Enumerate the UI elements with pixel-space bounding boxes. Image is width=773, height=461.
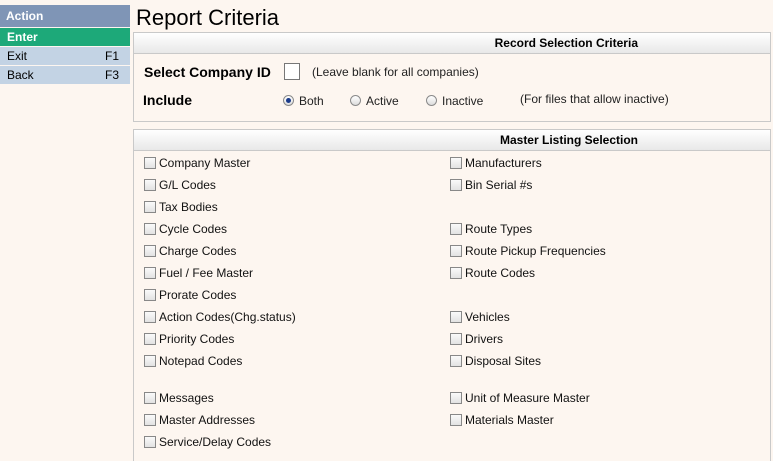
master-listing-option-label[interactable]: Unit of Measure Master: [465, 391, 590, 405]
include-active-label[interactable]: Active: [366, 94, 399, 108]
page-title: Report Criteria: [136, 5, 280, 30]
master-listing-checkbox[interactable]: [144, 311, 156, 323]
include-label: Include: [143, 92, 193, 108]
sidebar-item-exit[interactable]: Exit F1: [0, 47, 130, 65]
master-listing-panel: Master Listing Selection Company Master G…: [133, 129, 771, 461]
master-listing-option-label[interactable]: Drivers: [465, 332, 503, 346]
master-listing-option-label[interactable]: G/L Codes: [159, 178, 216, 192]
master-listing-option-label[interactable]: Route Codes: [465, 266, 535, 280]
master-listing-option-label[interactable]: Notepad Codes: [159, 354, 242, 368]
sidebar-item-label: Enter: [7, 30, 38, 44]
master-listing-option-label[interactable]: Messages: [159, 391, 214, 405]
master-listing-option-label[interactable]: Company Master: [159, 156, 250, 170]
sidebar-item-key: F3: [104, 68, 119, 82]
master-listing-option-label[interactable]: Disposal Sites: [465, 354, 541, 368]
master-listing-checkbox[interactable]: [450, 245, 462, 257]
master-listing-option-label[interactable]: Priority Codes: [159, 332, 234, 346]
master-listing-checkbox[interactable]: [450, 414, 462, 426]
master-listing-option-label[interactable]: Vehicles: [465, 310, 510, 324]
sidebar-item-key: F1: [104, 49, 119, 63]
sidebar-header: Action: [0, 5, 130, 27]
master-listing-option-label[interactable]: Cycle Codes: [159, 222, 227, 236]
master-listing-checkbox[interactable]: [144, 223, 156, 235]
company-id-label: Select Company ID: [144, 64, 271, 80]
sidebar-item-back[interactable]: Back F3: [0, 66, 130, 84]
master-listing-checkbox[interactable]: [144, 436, 156, 448]
master-listing-option-label[interactable]: Fuel / Fee Master: [159, 266, 253, 280]
master-listing-checkbox[interactable]: [450, 333, 462, 345]
master-listing-option-label[interactable]: Charge Codes: [159, 244, 236, 258]
master-listing-option-label[interactable]: Route Pickup Frequencies: [465, 244, 606, 258]
sidebar-item-label: Exit: [7, 49, 28, 63]
master-listing-option-label[interactable]: Action Codes(Chg.status): [159, 310, 296, 324]
include-active-radio[interactable]: [350, 95, 361, 106]
include-both-radio[interactable]: [283, 95, 294, 106]
master-listing-option-label[interactable]: Service/Delay Codes: [159, 435, 271, 449]
master-listing-checkbox[interactable]: [144, 392, 156, 404]
master-listing-checkbox[interactable]: [450, 267, 462, 279]
master-listing-checkbox[interactable]: [450, 311, 462, 323]
sidebar-item-label: Back: [7, 68, 34, 82]
master-listing-option-label[interactable]: Manufacturers: [465, 156, 542, 170]
include-both-label[interactable]: Both: [299, 94, 324, 108]
master-listing-option-label[interactable]: Prorate Codes: [159, 288, 236, 302]
master-listing-option-label[interactable]: Bin Serial #s: [465, 178, 532, 192]
master-listing-header: Master Listing Selection: [134, 130, 770, 151]
master-listing-checkbox[interactable]: [144, 245, 156, 257]
master-listing-checkbox[interactable]: [144, 355, 156, 367]
master-listing-option-label[interactable]: Tax Bodies: [159, 200, 218, 214]
master-listing-option-label[interactable]: Master Addresses: [159, 413, 255, 427]
master-listing-checkbox[interactable]: [144, 201, 156, 213]
company-id-hint: (Leave blank for all companies): [312, 65, 479, 79]
master-listing-option-label[interactable]: Route Types: [465, 222, 532, 236]
sidebar-item-enter[interactable]: Enter: [0, 28, 130, 46]
action-sidebar: Action Enter Exit F1 Back F3: [0, 0, 130, 461]
include-inactive-label[interactable]: Inactive: [442, 94, 483, 108]
record-selection-panel: Record Selection Criteria Select Company…: [133, 32, 771, 122]
master-listing-checkbox[interactable]: [450, 355, 462, 367]
master-listing-checkbox[interactable]: [450, 157, 462, 169]
master-listing-checkbox[interactable]: [144, 157, 156, 169]
include-hint: (For files that allow inactive): [520, 92, 669, 106]
master-listing-checkbox[interactable]: [144, 414, 156, 426]
master-listing-checkbox[interactable]: [144, 333, 156, 345]
master-listing-checkbox[interactable]: [450, 179, 462, 191]
include-inactive-radio[interactable]: [426, 95, 437, 106]
master-listing-option-label[interactable]: Materials Master: [465, 413, 554, 427]
record-selection-header: Record Selection Criteria: [134, 33, 770, 54]
master-listing-checkbox[interactable]: [144, 267, 156, 279]
master-listing-checkbox[interactable]: [144, 289, 156, 301]
master-listing-checkbox[interactable]: [450, 223, 462, 235]
company-id-input[interactable]: [284, 63, 300, 80]
master-listing-checkbox[interactable]: [450, 392, 462, 404]
master-listing-checkbox[interactable]: [144, 179, 156, 191]
